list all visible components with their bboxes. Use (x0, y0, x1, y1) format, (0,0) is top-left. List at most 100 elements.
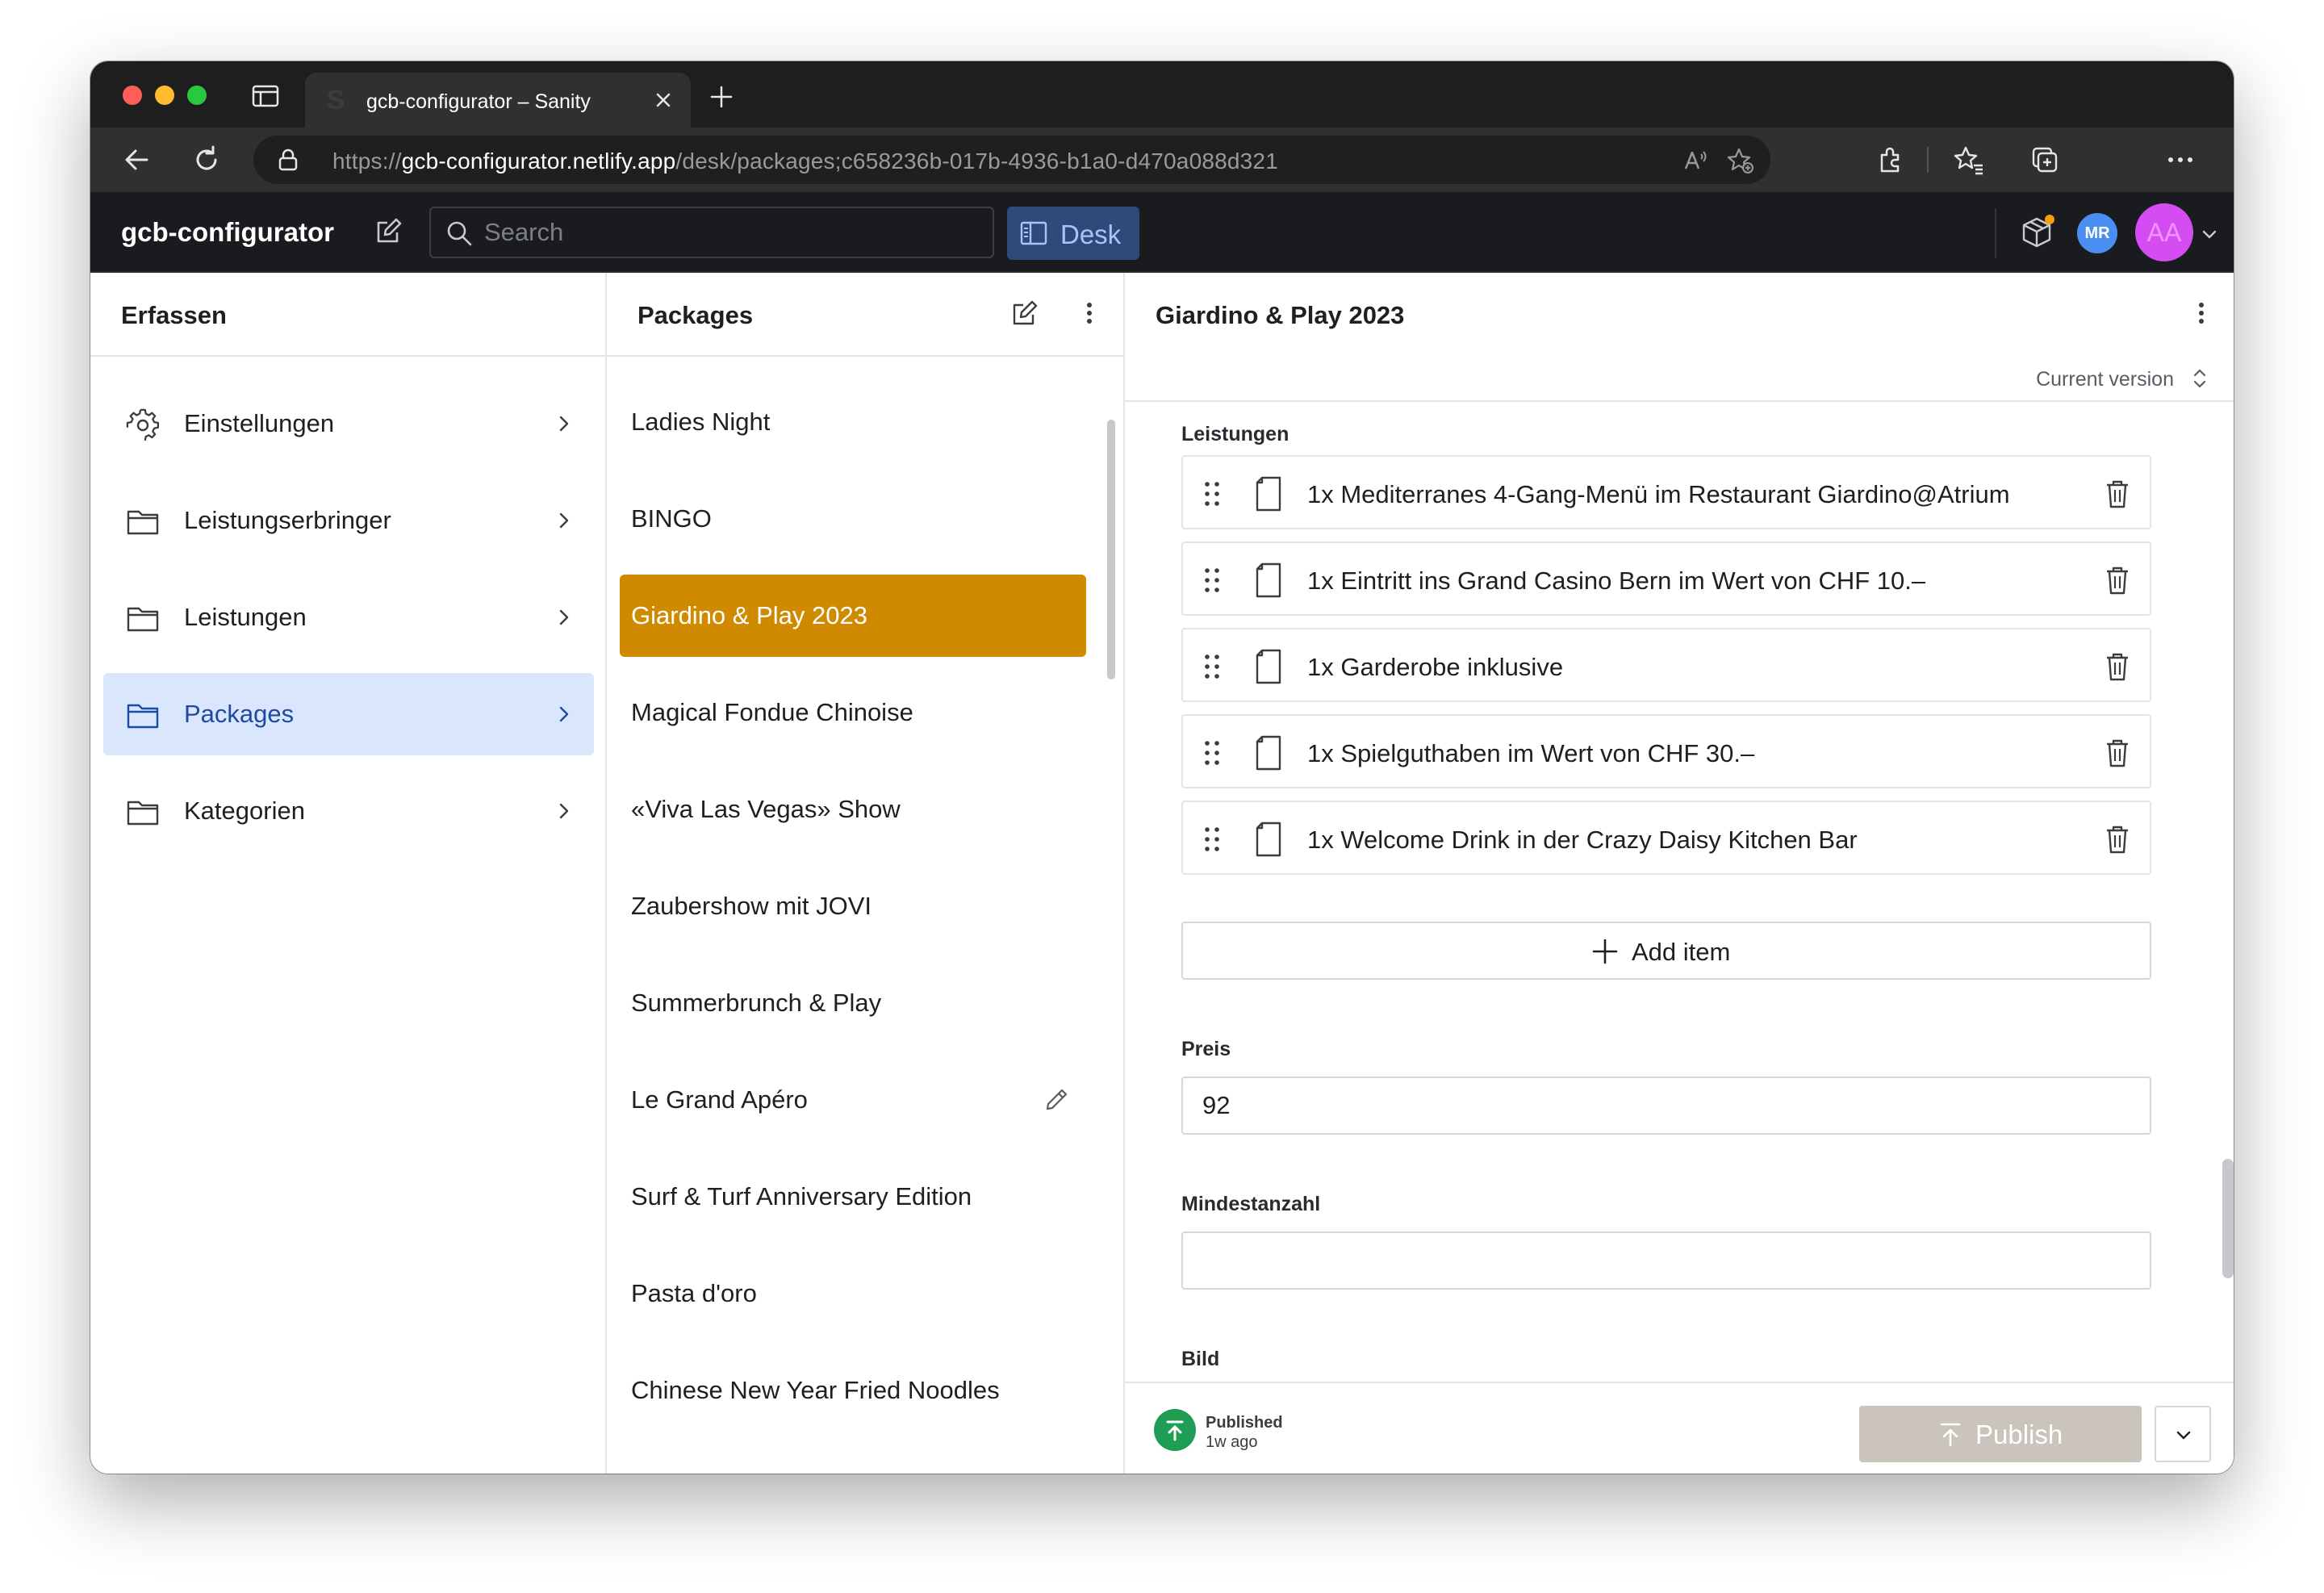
drag-handle-icon[interactable] (1201, 566, 1223, 595)
trash-icon[interactable] (2103, 737, 2132, 769)
document-icon (1252, 561, 1285, 600)
trash-icon[interactable] (2103, 564, 2132, 596)
packages-pane-title: Packages (637, 301, 754, 329)
package-item-label: Chinese New Year Fried Noodles (631, 1376, 1000, 1404)
nav-item-leistungserbringer[interactable]: Leistungserbringer (103, 479, 594, 562)
avatar-user[interactable]: AA (2135, 203, 2193, 261)
leistungen-item[interactable]: 1x Mediterranes 4-Gang-Menü im Restauran… (1181, 455, 2151, 529)
search-box[interactable] (429, 207, 994, 258)
trash-icon[interactable] (2103, 823, 2132, 855)
close-window-button[interactable] (123, 86, 142, 105)
close-tab-icon[interactable] (652, 89, 675, 111)
drag-handle-icon[interactable] (1201, 738, 1223, 767)
notification-dot (2045, 215, 2054, 224)
studio-navbar: gcb-configurator Desk MR AA (90, 192, 2234, 273)
chevron-right-icon (554, 510, 575, 531)
collections-icon[interactable] (2029, 144, 2061, 176)
nav-item-leistungen[interactable]: Leistungen (103, 576, 594, 659)
avatar-mr[interactable]: MR (2077, 213, 2117, 253)
studio-brand[interactable]: gcb-configurator (121, 217, 334, 248)
reload-icon[interactable] (190, 144, 223, 176)
plus-icon (1592, 939, 1618, 964)
read-aloud-icon[interactable] (1682, 147, 1709, 174)
zoom-window-button[interactable] (187, 86, 207, 105)
package-list-item[interactable]: Pasta d'oro (620, 1252, 1086, 1335)
document-icon (1252, 475, 1285, 513)
drag-handle-icon[interactable] (1201, 479, 1223, 508)
nav-item-einstellungen[interactable]: Einstellungen (103, 383, 594, 465)
back-arrow-icon[interactable] (121, 144, 153, 176)
leistungen-item-label: 1x Mediterranes 4-Gang-Menü im Restauran… (1307, 480, 2010, 508)
version-selector[interactable]: Current version (2036, 368, 2174, 391)
drag-handle-icon[interactable] (1201, 652, 1223, 681)
package-list-item[interactable]: Magical Fondue Chinoise (620, 671, 1086, 754)
desk-tool-button[interactable]: Desk (1007, 207, 1139, 260)
leistungen-item-label: 1x Spielguthaben im Wert von CHF 30.– (1307, 739, 1755, 767)
browser-toolbar: https://gcb-configurator.netlify.app/des… (90, 128, 2234, 192)
add-favorite-icon[interactable] (1727, 147, 1754, 174)
nav-item-label: Leistungserbringer (184, 506, 391, 534)
document-scrollbar[interactable] (2222, 1159, 2234, 1278)
leistungen-item[interactable]: 1x Eintritt ins Grand Casino Bern im Wer… (1181, 541, 2151, 616)
gear-icon (126, 408, 160, 441)
leistungen-item-label: 1x Garderobe inklusive (1307, 653, 1564, 681)
trash-icon[interactable] (2103, 650, 2132, 683)
tab-actions-icon[interactable] (252, 84, 279, 108)
leistungen-item[interactable]: 1x Welcome Drink in der Crazy Daisy Kitc… (1181, 801, 2151, 875)
chevron-right-icon (554, 607, 575, 628)
package-list-item[interactable]: Surf & Turf Anniversary Edition (620, 1156, 1086, 1238)
lock-icon[interactable] (278, 148, 299, 171)
mindestanzahl-input[interactable] (1181, 1231, 2151, 1290)
package-list-item[interactable]: Summerbrunch & Play (620, 962, 1086, 1044)
new-tab-icon[interactable] (708, 84, 734, 110)
nav-item-packages[interactable]: Packages (103, 673, 594, 755)
nav-item-label: Kategorien (184, 796, 305, 825)
document-icon (1252, 647, 1285, 686)
pane-menu-icon[interactable] (1073, 297, 1106, 329)
search-input[interactable] (484, 208, 968, 257)
document-title: Giardino & Play 2023 (1156, 301, 1405, 329)
url-text[interactable]: https://gcb-configurator.netlify.app/des… (332, 148, 1278, 174)
browser-tab-bar: S gcb-configurator – Sanity (90, 61, 2234, 128)
package-list-item[interactable]: Chinese New Year Szechuan Rice (620, 1446, 1086, 1474)
package-list-item[interactable]: Chinese New Year Fried Noodles (620, 1349, 1086, 1432)
package-list-item[interactable]: Giardino & Play 2023 (620, 575, 1086, 657)
more-options-icon[interactable] (2164, 144, 2197, 176)
package-list-item[interactable]: «Viva Las Vegas» Show (620, 768, 1086, 851)
preis-input[interactable] (1181, 1077, 2151, 1135)
minimize-window-button[interactable] (155, 86, 174, 105)
publish-icon (1940, 1423, 1961, 1447)
package-list-item[interactable]: Le Grand Apéro (620, 1059, 1086, 1141)
trash-icon[interactable] (2103, 478, 2132, 510)
drag-handle-icon[interactable] (1201, 825, 1223, 854)
url-host: gcb-configurator.netlify.app (401, 148, 676, 174)
add-item-button[interactable]: Add item (1181, 922, 2151, 980)
publish-button[interactable]: Publish (1859, 1406, 2142, 1462)
leistungen-item[interactable]: 1x Garderobe inklusive (1181, 628, 2151, 702)
nav-item-kategorien[interactable]: Kategorien (103, 770, 594, 852)
document-menu-icon[interactable] (2185, 297, 2217, 329)
leistungen-item-label: 1x Eintritt ins Grand Casino Bern im Wer… (1307, 567, 1926, 595)
package-list-item[interactable]: BINGO (620, 478, 1086, 560)
document-actions-menu-button[interactable] (2155, 1406, 2211, 1462)
sanity-favicon-icon: S (326, 85, 345, 115)
leistungen-item[interactable]: 1x Spielguthaben im Wert von CHF 30.– (1181, 714, 2151, 788)
document-footer: Published 1w ago Publish (1125, 1382, 2234, 1474)
nav-item-label: Packages (184, 700, 295, 728)
chevron-up-down-icon[interactable] (2190, 366, 2209, 391)
create-document-icon[interactable] (1009, 297, 1041, 329)
package-list-item[interactable]: Ladies Night (620, 381, 1086, 463)
desk-label: Desk (1060, 220, 1122, 249)
browser-tab[interactable]: S gcb-configurator – Sanity (305, 73, 691, 128)
preis-field-label: Preis (1181, 1038, 1231, 1060)
compose-icon[interactable] (373, 215, 405, 247)
package-list-scrollbar[interactable] (1107, 420, 1115, 679)
favorites-icon[interactable] (1953, 144, 1985, 176)
navbar-divider (1995, 208, 1996, 258)
chevron-down-icon[interactable] (2200, 224, 2219, 244)
extensions-icon[interactable] (1874, 144, 1906, 176)
folder-icon (126, 505, 160, 537)
package-item-label: «Viva Las Vegas» Show (631, 795, 901, 823)
package-list-item[interactable]: Zaubershow mit JOVI (620, 865, 1086, 947)
address-bar[interactable]: https://gcb-configurator.netlify.app/des… (253, 136, 1770, 184)
